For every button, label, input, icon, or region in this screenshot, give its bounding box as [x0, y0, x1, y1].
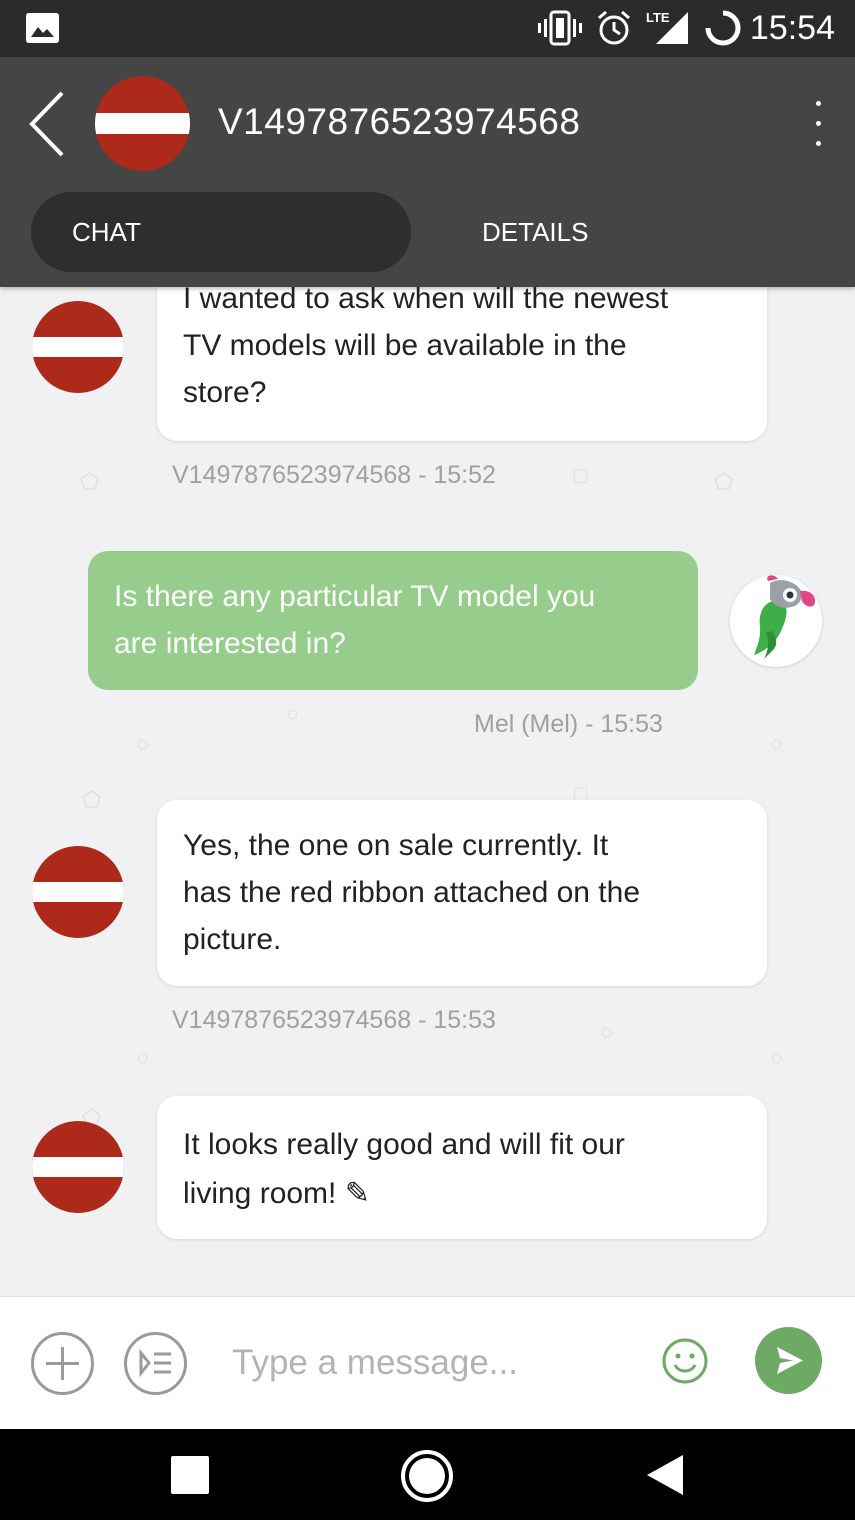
lte-signal-icon: LTE — [646, 10, 690, 46]
pattern-pentagon-icon: ⬠ — [82, 787, 102, 812]
message-text-line: Yes, the one on sale currently. It — [183, 829, 609, 862]
message-text-line: Is there any particular TV model you — [114, 580, 596, 613]
chevron-left-icon — [29, 91, 64, 157]
sender-avatar[interactable] — [32, 301, 124, 393]
incoming-message-bubble[interactable]: It looks really good and will fit our li… — [157, 1096, 767, 1239]
lte-label: LTE — [646, 10, 670, 25]
pattern-circle-icon: ○ — [770, 731, 784, 756]
message-text-line: It looks really good and will fit our — [183, 1128, 625, 1161]
message-text-line: has the red ribbon attached on the — [183, 876, 641, 909]
message-text-line: store? — [183, 376, 267, 409]
alarm-icon — [598, 10, 630, 45]
pattern-circle-icon: ○ — [136, 731, 150, 756]
agent-avatar[interactable] — [730, 575, 822, 667]
message-text-line: picture. — [183, 923, 282, 956]
message-input[interactable] — [232, 1337, 632, 1389]
vibrate-icon — [538, 10, 582, 46]
tab-details-label: DETAILS — [482, 216, 589, 247]
chat-area[interactable]: ⬠ ⬠ □ ○ ○ ○ ⬠ □ ○ ○ ○ ⬠ I wanted to ask … — [0, 287, 855, 1296]
message-meta: V1497876523974568 - 15:53 — [172, 1006, 496, 1034]
dot-icon — [816, 101, 821, 106]
message-meta: Mel (Mel) - 15:53 — [474, 710, 663, 738]
message-text-line: TV models will be available in the — [183, 329, 627, 362]
pattern-pentagon-icon: ⬠ — [714, 469, 734, 494]
pattern-circle-icon: ○ — [770, 1045, 784, 1070]
sender-avatar[interactable] — [32, 846, 124, 938]
triangle-back-icon — [647, 1455, 683, 1495]
send-button[interactable] — [755, 1327, 822, 1394]
tab-chat[interactable]: CHAT — [31, 192, 411, 272]
status-bar: LTE 15:54 — [0, 0, 855, 57]
back-button[interactable] — [22, 87, 72, 161]
battery-icon — [705, 10, 741, 46]
message-meta: V1497876523974568 - 15:52 — [172, 461, 496, 489]
send-icon — [777, 1347, 803, 1374]
outgoing-message-bubble[interactable]: Is there any particular TV model you are… — [88, 551, 698, 690]
page-title: V1497876523974568 — [218, 101, 581, 142]
message-composer — [0, 1296, 855, 1429]
pattern-pentagon-icon: ⬠ — [80, 469, 100, 494]
contact-avatar[interactable] — [95, 76, 190, 171]
quick-reply-list-icon — [139, 1348, 171, 1378]
back-nav-button[interactable] — [645, 1453, 685, 1497]
message-text-line: are interested in? — [114, 627, 346, 660]
pattern-circle-icon: ○ — [136, 1045, 150, 1070]
tab-details[interactable]: DETAILS — [482, 192, 682, 272]
tab-chat-label: CHAT — [72, 216, 141, 247]
pattern-square-icon: □ — [574, 463, 588, 488]
system-nav-bar — [0, 1429, 855, 1520]
incoming-message-bubble[interactable]: Yes, the one on sale currently. It has t… — [157, 800, 767, 986]
pattern-circle-icon: ○ — [286, 701, 300, 726]
incoming-message-bubble[interactable]: I wanted to ask when will the newest TV … — [157, 287, 767, 441]
home-button[interactable] — [400, 1449, 454, 1503]
image-notification-icon — [26, 13, 59, 43]
overflow-menu-button[interactable] — [800, 95, 836, 155]
smiley-icon — [662, 1338, 708, 1384]
status-time: 15:54 — [749, 9, 835, 47]
app-header: V1497876523974568 CHAT DETAILS — [0, 57, 855, 287]
home-circle-icon — [401, 1450, 453, 1502]
quick-replies-button[interactable] — [124, 1332, 187, 1395]
emoji-button[interactable] — [661, 1337, 709, 1385]
message-text-line: living room! ✎ — [183, 1177, 370, 1210]
plus-icon — [46, 1347, 79, 1380]
pattern-circle-icon: ○ — [600, 1019, 614, 1044]
dot-icon — [816, 141, 821, 146]
recents-button[interactable] — [171, 1456, 209, 1494]
sender-avatar[interactable] — [32, 1121, 124, 1213]
dot-icon — [816, 121, 821, 126]
attach-button[interactable] — [31, 1332, 94, 1395]
parrot-icon — [754, 575, 816, 659]
message-text-line: I wanted to ask when will the newest — [183, 287, 669, 315]
